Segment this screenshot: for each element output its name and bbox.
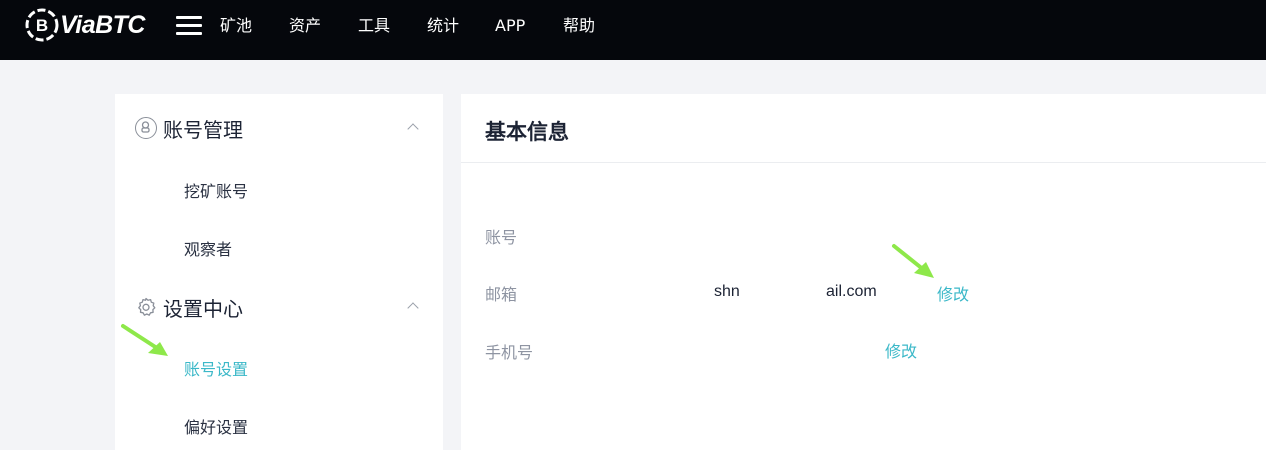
field-label-email: 邮箱 [485, 285, 518, 304]
top-nav-bar: B ViaBTC 矿池 资产 工具 统计 APP 帮助 [0, 0, 1266, 60]
svg-text:B: B [36, 16, 48, 35]
chevron-up-icon[interactable] [407, 123, 419, 135]
edit-phone-link[interactable]: 修改 [885, 338, 917, 362]
chevron-up-icon[interactable] [407, 302, 419, 314]
nav-item-tools[interactable]: 工具 [358, 15, 390, 37]
settings-sidebar: 账号管理 挖矿账号 观察者 设置中心 账号设置 偏好设置 [115, 94, 443, 450]
basic-info-panel: 基本信息 账号 邮箱 shn ail.com 修改 手机号 修改 [461, 94, 1266, 450]
nav-item-app[interactable]: APP [495, 15, 525, 37]
nav-item-help[interactable]: 帮助 [563, 15, 595, 37]
nav-item-assets[interactable]: 资产 [289, 15, 321, 37]
group-title-account: 账号管理 [163, 117, 243, 142]
page-title: 基本信息 [485, 120, 569, 144]
group-settings-center[interactable]: 设置中心 [135, 292, 243, 322]
menu-icon[interactable] [176, 14, 202, 36]
bitcoin-logo-icon: B [25, 8, 59, 42]
user-circle-icon [135, 117, 157, 139]
email-value-end: ail.com [826, 283, 877, 300]
brand-name: ViaBTC [60, 10, 145, 39]
sidebar-item-mining-account[interactable]: 挖矿账号 [184, 178, 248, 202]
sidebar-item-account-settings[interactable]: 账号设置 [184, 356, 248, 380]
sidebar-item-observer[interactable]: 观察者 [184, 236, 232, 260]
viabtc-logo[interactable]: B ViaBTC [24, 7, 145, 43]
group-title-settings: 设置中心 [163, 296, 243, 321]
divider [461, 162, 1266, 163]
group-account-management[interactable]: 账号管理 [135, 113, 243, 143]
field-label-account: 账号 [485, 228, 518, 247]
sidebar-item-preferences[interactable]: 偏好设置 [184, 414, 248, 438]
edit-email-link[interactable]: 修改 [937, 281, 969, 305]
email-value-start: shn [714, 283, 740, 300]
nav-item-stats[interactable]: 统计 [427, 15, 459, 37]
nav-item-pool[interactable]: 矿池 [220, 15, 252, 37]
field-label-phone: 手机号 [485, 343, 534, 362]
annotation-arrow-icon [892, 244, 934, 278]
annotation-arrow-icon [121, 324, 168, 356]
gear-icon [135, 296, 157, 318]
